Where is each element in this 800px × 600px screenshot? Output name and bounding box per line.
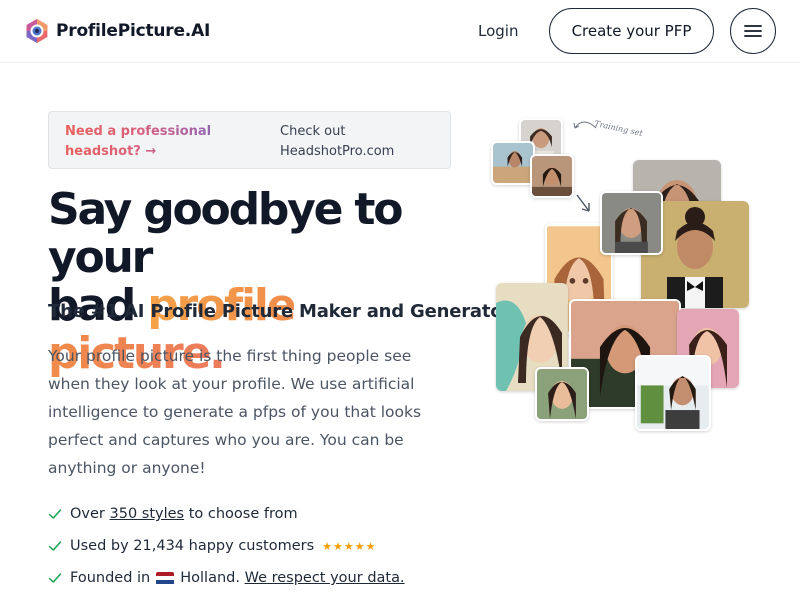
menu-button[interactable] xyxy=(730,8,776,54)
headshotpro-text: Check out HeadshotPro.com xyxy=(280,124,395,159)
check-icon xyxy=(48,509,62,519)
styles-link[interactable]: 350 styles xyxy=(110,506,185,522)
training-photo-3 xyxy=(530,154,574,198)
site-header: ProfilePicture.AI Login Create your PFP xyxy=(0,0,800,63)
hero-title-line1: Say goodbye to your xyxy=(48,184,403,283)
feature-founded-country: Holland. xyxy=(180,570,240,586)
camera-lens-icon xyxy=(26,19,48,43)
portrait-image xyxy=(602,193,661,253)
privacy-link[interactable]: We respect your data. xyxy=(245,570,405,586)
netherlands-flag-icon xyxy=(156,571,175,585)
portrait-image xyxy=(532,156,572,196)
portrait-image xyxy=(537,369,587,419)
feature-founded: Founded in Holland. We respect your data… xyxy=(48,562,405,594)
feature-customers-text: Used by 21,434 happy customers xyxy=(70,538,315,554)
feature-list: Over 350 styles to choose from Used by 2… xyxy=(48,498,405,594)
rating-stars: ★★★★★ xyxy=(322,539,377,553)
feature-founded-prefix: Founded in xyxy=(70,570,151,586)
hero-subtitle: The #1 AI Profile Picture Maker and Gene… xyxy=(48,301,512,322)
portrait-image xyxy=(637,357,709,429)
arrow-curved-icon xyxy=(573,121,597,129)
training-photo-2 xyxy=(491,141,535,185)
promo-banner[interactable]: Need a professional headshot? → Check ou… xyxy=(48,111,451,169)
brand-name: ProfilePicture.AI xyxy=(56,21,211,41)
create-pfp-button[interactable]: Create your PFP xyxy=(549,8,714,54)
brand-logo[interactable]: ProfilePicture.AI xyxy=(24,18,210,44)
feature-styles: Over 350 styles to choose from xyxy=(48,498,405,530)
feature-styles-prefix: Over xyxy=(70,506,105,522)
result-photo-8 xyxy=(535,367,589,421)
hamburger-icon xyxy=(744,25,762,37)
portrait-image xyxy=(493,143,533,183)
arrow-down-icon xyxy=(576,194,590,212)
result-photo-9 xyxy=(635,355,711,431)
feature-styles-suffix: to choose from xyxy=(188,506,298,522)
hero-description: Your profile picture is the first thing … xyxy=(48,347,422,477)
check-icon xyxy=(48,541,62,551)
check-icon xyxy=(48,573,62,583)
feature-customers: Used by 21,434 happy customers ★★★★★ xyxy=(48,530,405,562)
login-link[interactable]: Login xyxy=(478,22,518,40)
result-photo-4 xyxy=(600,191,663,255)
headshot-promo-link[interactable]: Need a professional headshot? → xyxy=(65,122,235,162)
training-set-label: Training set xyxy=(593,118,644,139)
